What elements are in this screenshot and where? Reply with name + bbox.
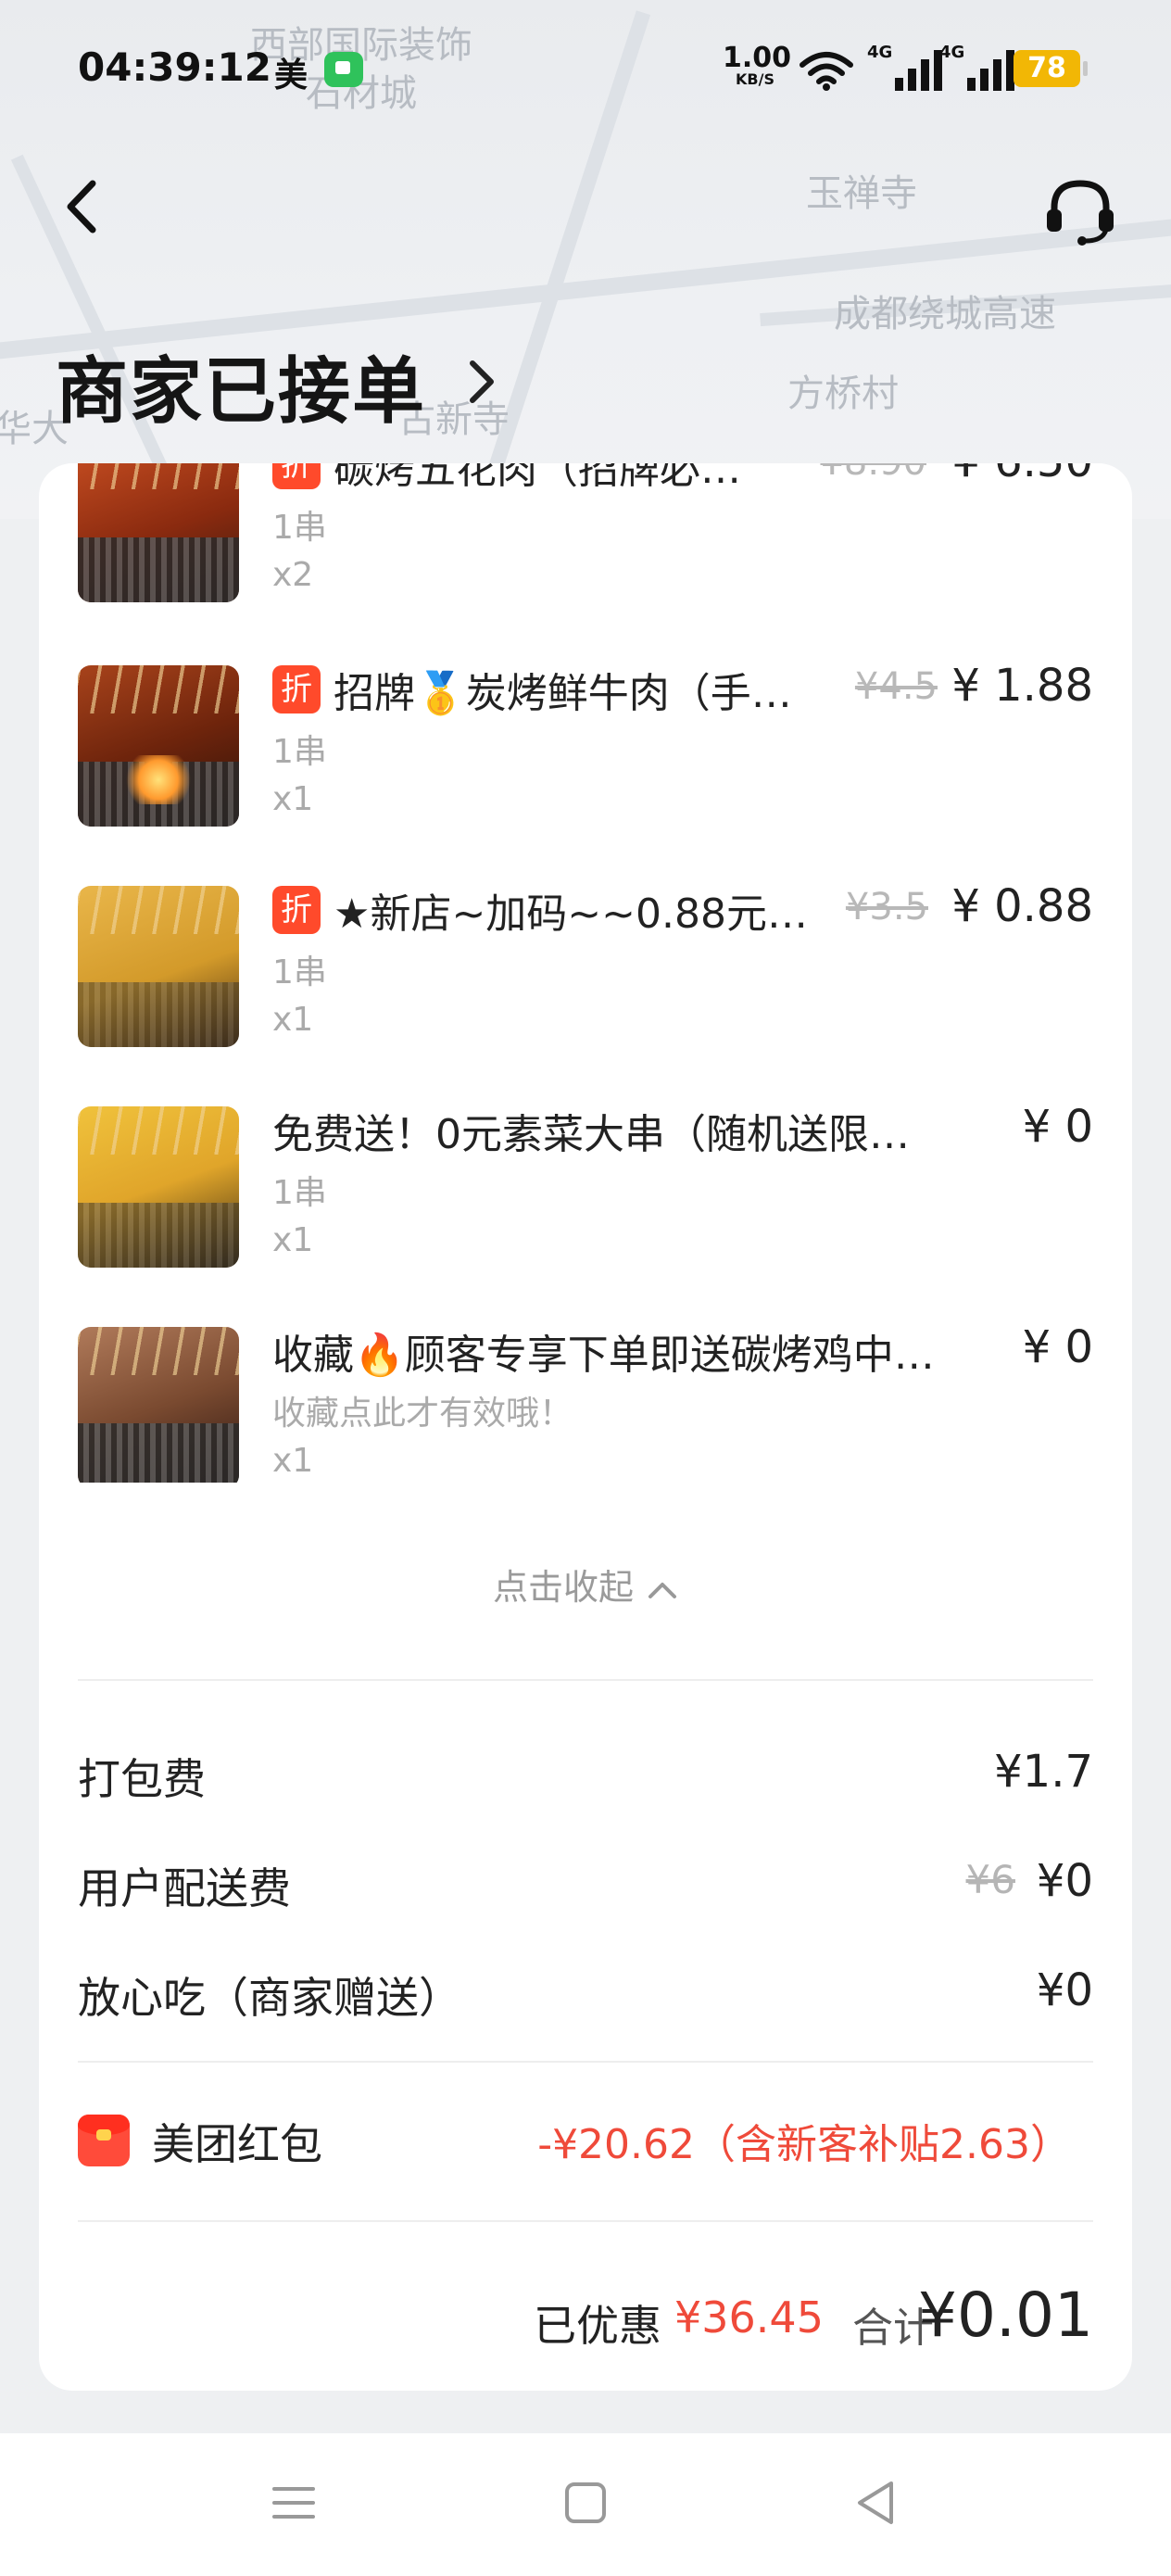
map-label: 成都绕城高速: [834, 293, 1056, 335]
fee-original-value: ¥6: [965, 1857, 1015, 1902]
fee-value: ¥1.7: [994, 1746, 1093, 1798]
item-thumbnail: [78, 886, 239, 1047]
order-summary: 已优惠 ¥36.45 合计 ¥0.01: [78, 2279, 1093, 2372]
item-quantity: x1: [272, 1221, 314, 1259]
divider: [78, 2061, 1093, 2063]
fee-value: ¥0: [1036, 1855, 1093, 1907]
fee-row-packing: 打包费 ¥1.7: [78, 1746, 1093, 1811]
discount-badge: 折: [272, 886, 321, 934]
order-item[interactable]: 折 招牌🥇炭烤鲜牛肉（手… ¥4.5 ¥ 1.88 1串 x1: [78, 660, 1093, 869]
map-label: 方桥村: [787, 373, 899, 415]
map-label: 玉禅寺: [806, 172, 917, 215]
order-item[interactable]: 收藏🔥顾客专享下单即送碳烤鸡中… ¥ 0 收藏点此才有效哦！ x1: [78, 1321, 1093, 1483]
battery-icon: 78: [1014, 50, 1088, 87]
fee-label: 用户配送费: [78, 1863, 291, 1913]
item-thumbnail: [78, 665, 239, 827]
order-item[interactable]: 免费送！0元素菜大串（随机送限… ¥ 0 1串 x1: [78, 1101, 1093, 1310]
system-nav-bar: [0, 2433, 1171, 2576]
item-original-price: ¥8.90: [820, 463, 926, 484]
total-value: ¥0.01: [918, 2279, 1093, 2351]
collapse-label: 点击收起: [492, 1567, 634, 1608]
item-price: ¥ 6.50: [951, 463, 1093, 487]
item-thumbnail: [78, 1327, 239, 1483]
item-thumbnail: [78, 1106, 239, 1268]
item-name: 碳烤五花肉（招牌必…: [334, 463, 741, 493]
chevron-left-icon[interactable]: [56, 174, 111, 239]
item-spec: 1串: [272, 1174, 327, 1212]
wechat-notification-icon: [324, 52, 363, 87]
signal-type-label: 4G: [867, 43, 893, 62]
item-spec: 1串: [272, 953, 327, 991]
chevron-right-icon[interactable]: [463, 356, 500, 408]
network-speed: 1.00 KB/S: [723, 42, 792, 88]
order-card: 折 碳烤五花肉（招牌必… ¥8.90 ¥ 6.50 1串 x2 折 招牌🥇炭烤鲜…: [39, 463, 1132, 2391]
item-original-price: ¥4.5: [854, 665, 938, 708]
red-packet-label: 美团红包: [152, 2119, 322, 2169]
order-item-list: 折 碳烤五花肉（招牌必… ¥8.90 ¥ 6.50 1串 x2 折 招牌🥇炭烤鲜…: [39, 463, 1132, 1483]
item-spec: 1串: [272, 733, 327, 771]
item-price: ¥ 0.88: [951, 880, 1093, 932]
red-packet-row[interactable]: 美团红包 -¥20.62（含新客补贴2.63）: [78, 2111, 1093, 2176]
item-quantity: x1: [272, 1442, 314, 1480]
item-name: 免费送！0元素菜大串（随机送限…: [272, 1111, 910, 1158]
headset-icon[interactable]: [1041, 174, 1119, 248]
item-name: 收藏🔥顾客专享下单即送碳烤鸡中…: [272, 1332, 935, 1379]
item-thumbnail: [78, 463, 239, 602]
fee-row-safe-eat[interactable]: 放心吃（商家赠送） ¥0: [78, 1964, 1093, 2029]
item-price: ¥ 0: [1022, 1321, 1093, 1373]
item-spec: 1串: [272, 509, 327, 547]
discount-badge: 折: [272, 463, 321, 489]
network-speed-unit: KB/S: [736, 70, 774, 88]
cellular-signal-icon: 4G: [939, 43, 1014, 91]
signal-type-label: 4G: [939, 43, 965, 62]
divider: [78, 2220, 1093, 2222]
order-item[interactable]: 折 ★新店~加码~~0.88元… ¥3.5 ¥ 0.88 1串 x1: [78, 880, 1093, 1090]
red-packet-icon: [78, 2115, 130, 2166]
status-app-indicator: 美: [274, 57, 308, 95]
wifi-icon: [800, 52, 853, 91]
network-speed-value: 1.00: [723, 42, 792, 74]
fee-label: 打包费: [78, 1754, 206, 1804]
red-packet-value: -¥20.62（含新客补贴2.63）: [537, 2121, 1071, 2168]
item-quantity: x2: [272, 556, 314, 594]
order-item[interactable]: 折 碳烤五花肉（招牌必… ¥8.90 ¥ 6.50 1串 x2: [78, 463, 1093, 645]
item-spec[interactable]: 收藏点此才有效哦！: [272, 1386, 573, 1434]
saved-label: 已优惠: [534, 2301, 661, 2351]
back-triangle-icon[interactable]: [843, 2470, 908, 2535]
collapse-toggle[interactable]: 点击收起: [39, 1559, 1132, 1610]
item-quantity: x1: [272, 1001, 314, 1039]
item-price: ¥ 1.88: [951, 660, 1093, 712]
menu-icon[interactable]: [261, 2470, 326, 2535]
status-time: 04:39:12: [78, 44, 271, 90]
home-square-icon[interactable]: [553, 2470, 618, 2535]
discount-badge: 折: [272, 665, 321, 713]
fee-label: 放心吃（商家赠送）: [78, 1973, 461, 2023]
item-quantity: x1: [272, 780, 314, 818]
item-price: ¥ 0: [1022, 1101, 1093, 1153]
item-name: ★新店~加码~~0.88元…: [334, 890, 809, 938]
cellular-signal-icon: 4G: [867, 43, 942, 91]
chevron-up-icon: [648, 1582, 676, 1598]
fee-value: ¥0: [1036, 1964, 1093, 2016]
page-title[interactable]: 商家已接单: [56, 334, 426, 437]
item-name: 招牌🥇炭烤鲜牛肉（手…: [334, 670, 792, 717]
item-original-price: ¥3.5: [845, 886, 928, 928]
divider: [78, 1679, 1093, 1681]
status-bar: 04:39:12 美 1.00 KB/S 4G 4G 78: [0, 0, 1171, 139]
fee-row-delivery: 用户配送费 ¥6 ¥0: [78, 1855, 1093, 1920]
saved-value: ¥36.45: [674, 2292, 824, 2342]
